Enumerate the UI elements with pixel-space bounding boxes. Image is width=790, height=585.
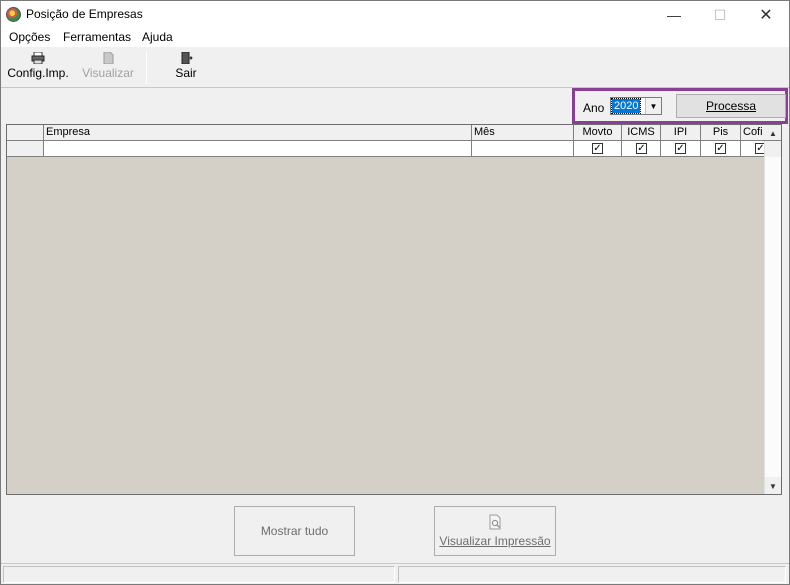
- main-window: Posição de Empresas — ☐ ✕ Opções Ferrame…: [0, 0, 790, 585]
- menu-ajuda[interactable]: Ajuda: [142, 30, 173, 44]
- cell-movto[interactable]: ✓: [574, 141, 622, 156]
- movto-checkbox[interactable]: ✓: [592, 143, 603, 154]
- ano-value: 2020: [610, 98, 642, 114]
- menu-opcoes[interactable]: Opções: [9, 30, 50, 44]
- scroll-track[interactable]: [765, 157, 781, 477]
- empresas-grid[interactable]: Empresa Mês Movto ICMS IPI Pis Cofi ✓ ✓ …: [6, 124, 782, 495]
- scroll-up-icon[interactable]: ▲: [765, 125, 781, 141]
- header-icms[interactable]: ICMS: [622, 125, 661, 141]
- header-mes[interactable]: Mês: [472, 125, 574, 141]
- header-indicator: [7, 125, 44, 141]
- window-title: Posição de Empresas: [26, 7, 143, 21]
- header-pis[interactable]: Pis: [701, 125, 741, 141]
- ipi-checkbox[interactable]: ✓: [675, 143, 686, 154]
- status-bar: [1, 563, 789, 584]
- mostrar-tudo-label: Mostrar tudo: [260, 524, 329, 538]
- header-ipi[interactable]: IPI: [661, 125, 701, 141]
- table-row[interactable]: ✓ ✓ ✓ ✓ ✓: [7, 141, 766, 157]
- title-bar: Posição de Empresas — ☐ ✕: [1, 1, 789, 29]
- ano-dropdown[interactable]: 2020 ▼: [610, 97, 662, 115]
- scroll-down-icon[interactable]: ▼: [765, 478, 781, 494]
- vertical-scrollbar[interactable]: ▲ ▼: [764, 129, 781, 494]
- cell-empresa[interactable]: [44, 141, 472, 156]
- ano-label: Ano: [583, 101, 605, 115]
- status-panel-right: [398, 566, 786, 583]
- toolbar-separator: [146, 51, 147, 84]
- grid-header: Empresa Mês Movto ICMS IPI Pis Cofi: [7, 125, 781, 141]
- visualizar-label: Visualizar: [82, 66, 134, 80]
- toolbar: Config.Imp. Visualizar Sair: [1, 47, 789, 88]
- close-button[interactable]: ✕: [743, 1, 789, 29]
- cell-pis[interactable]: ✓: [701, 141, 741, 156]
- cell-icms[interactable]: ✓: [622, 141, 661, 156]
- cell-cofins[interactable]: ✓: [741, 141, 766, 156]
- maximize-button[interactable]: ☐: [697, 1, 743, 29]
- print-preview-icon: [489, 514, 501, 530]
- menu-ferramentas[interactable]: Ferramentas: [63, 30, 131, 44]
- printer-settings-icon: [31, 52, 45, 64]
- preview-page-icon: [103, 52, 114, 64]
- exit-door-icon: [181, 52, 193, 64]
- header-cofins[interactable]: Cofi: [741, 125, 764, 141]
- status-panel-left: [3, 566, 395, 583]
- sair-label: Sair: [175, 66, 197, 80]
- app-icon: [6, 7, 21, 22]
- icms-checkbox[interactable]: ✓: [636, 143, 647, 154]
- pis-checkbox[interactable]: ✓: [715, 143, 726, 154]
- row-indicator[interactable]: [7, 141, 44, 156]
- header-empresa[interactable]: Empresa: [44, 125, 472, 141]
- config-imp-label: Config.Imp.: [7, 66, 69, 80]
- visualizar-impressao-label: Visualizar Impressão: [439, 534, 551, 548]
- chevron-down-icon[interactable]: ▼: [645, 98, 661, 114]
- visualizar-impressao-button[interactable]: Visualizar Impressão: [434, 506, 556, 556]
- visualizar-button[interactable]: Visualizar: [81, 49, 135, 85]
- sair-button[interactable]: Sair: [169, 49, 203, 85]
- filter-panel: Ano 2020 ▼ Processa: [572, 88, 788, 124]
- mostrar-tudo-button[interactable]: Mostrar tudo: [234, 506, 355, 556]
- config-imp-button[interactable]: Config.Imp.: [5, 49, 71, 85]
- cell-mes[interactable]: [472, 141, 574, 156]
- minimize-button[interactable]: —: [651, 1, 697, 29]
- processa-label: Processa: [705, 99, 757, 113]
- menu-bar: Opções Ferramentas Ajuda: [1, 29, 789, 47]
- processa-button[interactable]: Processa: [676, 94, 786, 118]
- header-movto[interactable]: Movto: [574, 125, 622, 141]
- cell-ipi[interactable]: ✓: [661, 141, 701, 156]
